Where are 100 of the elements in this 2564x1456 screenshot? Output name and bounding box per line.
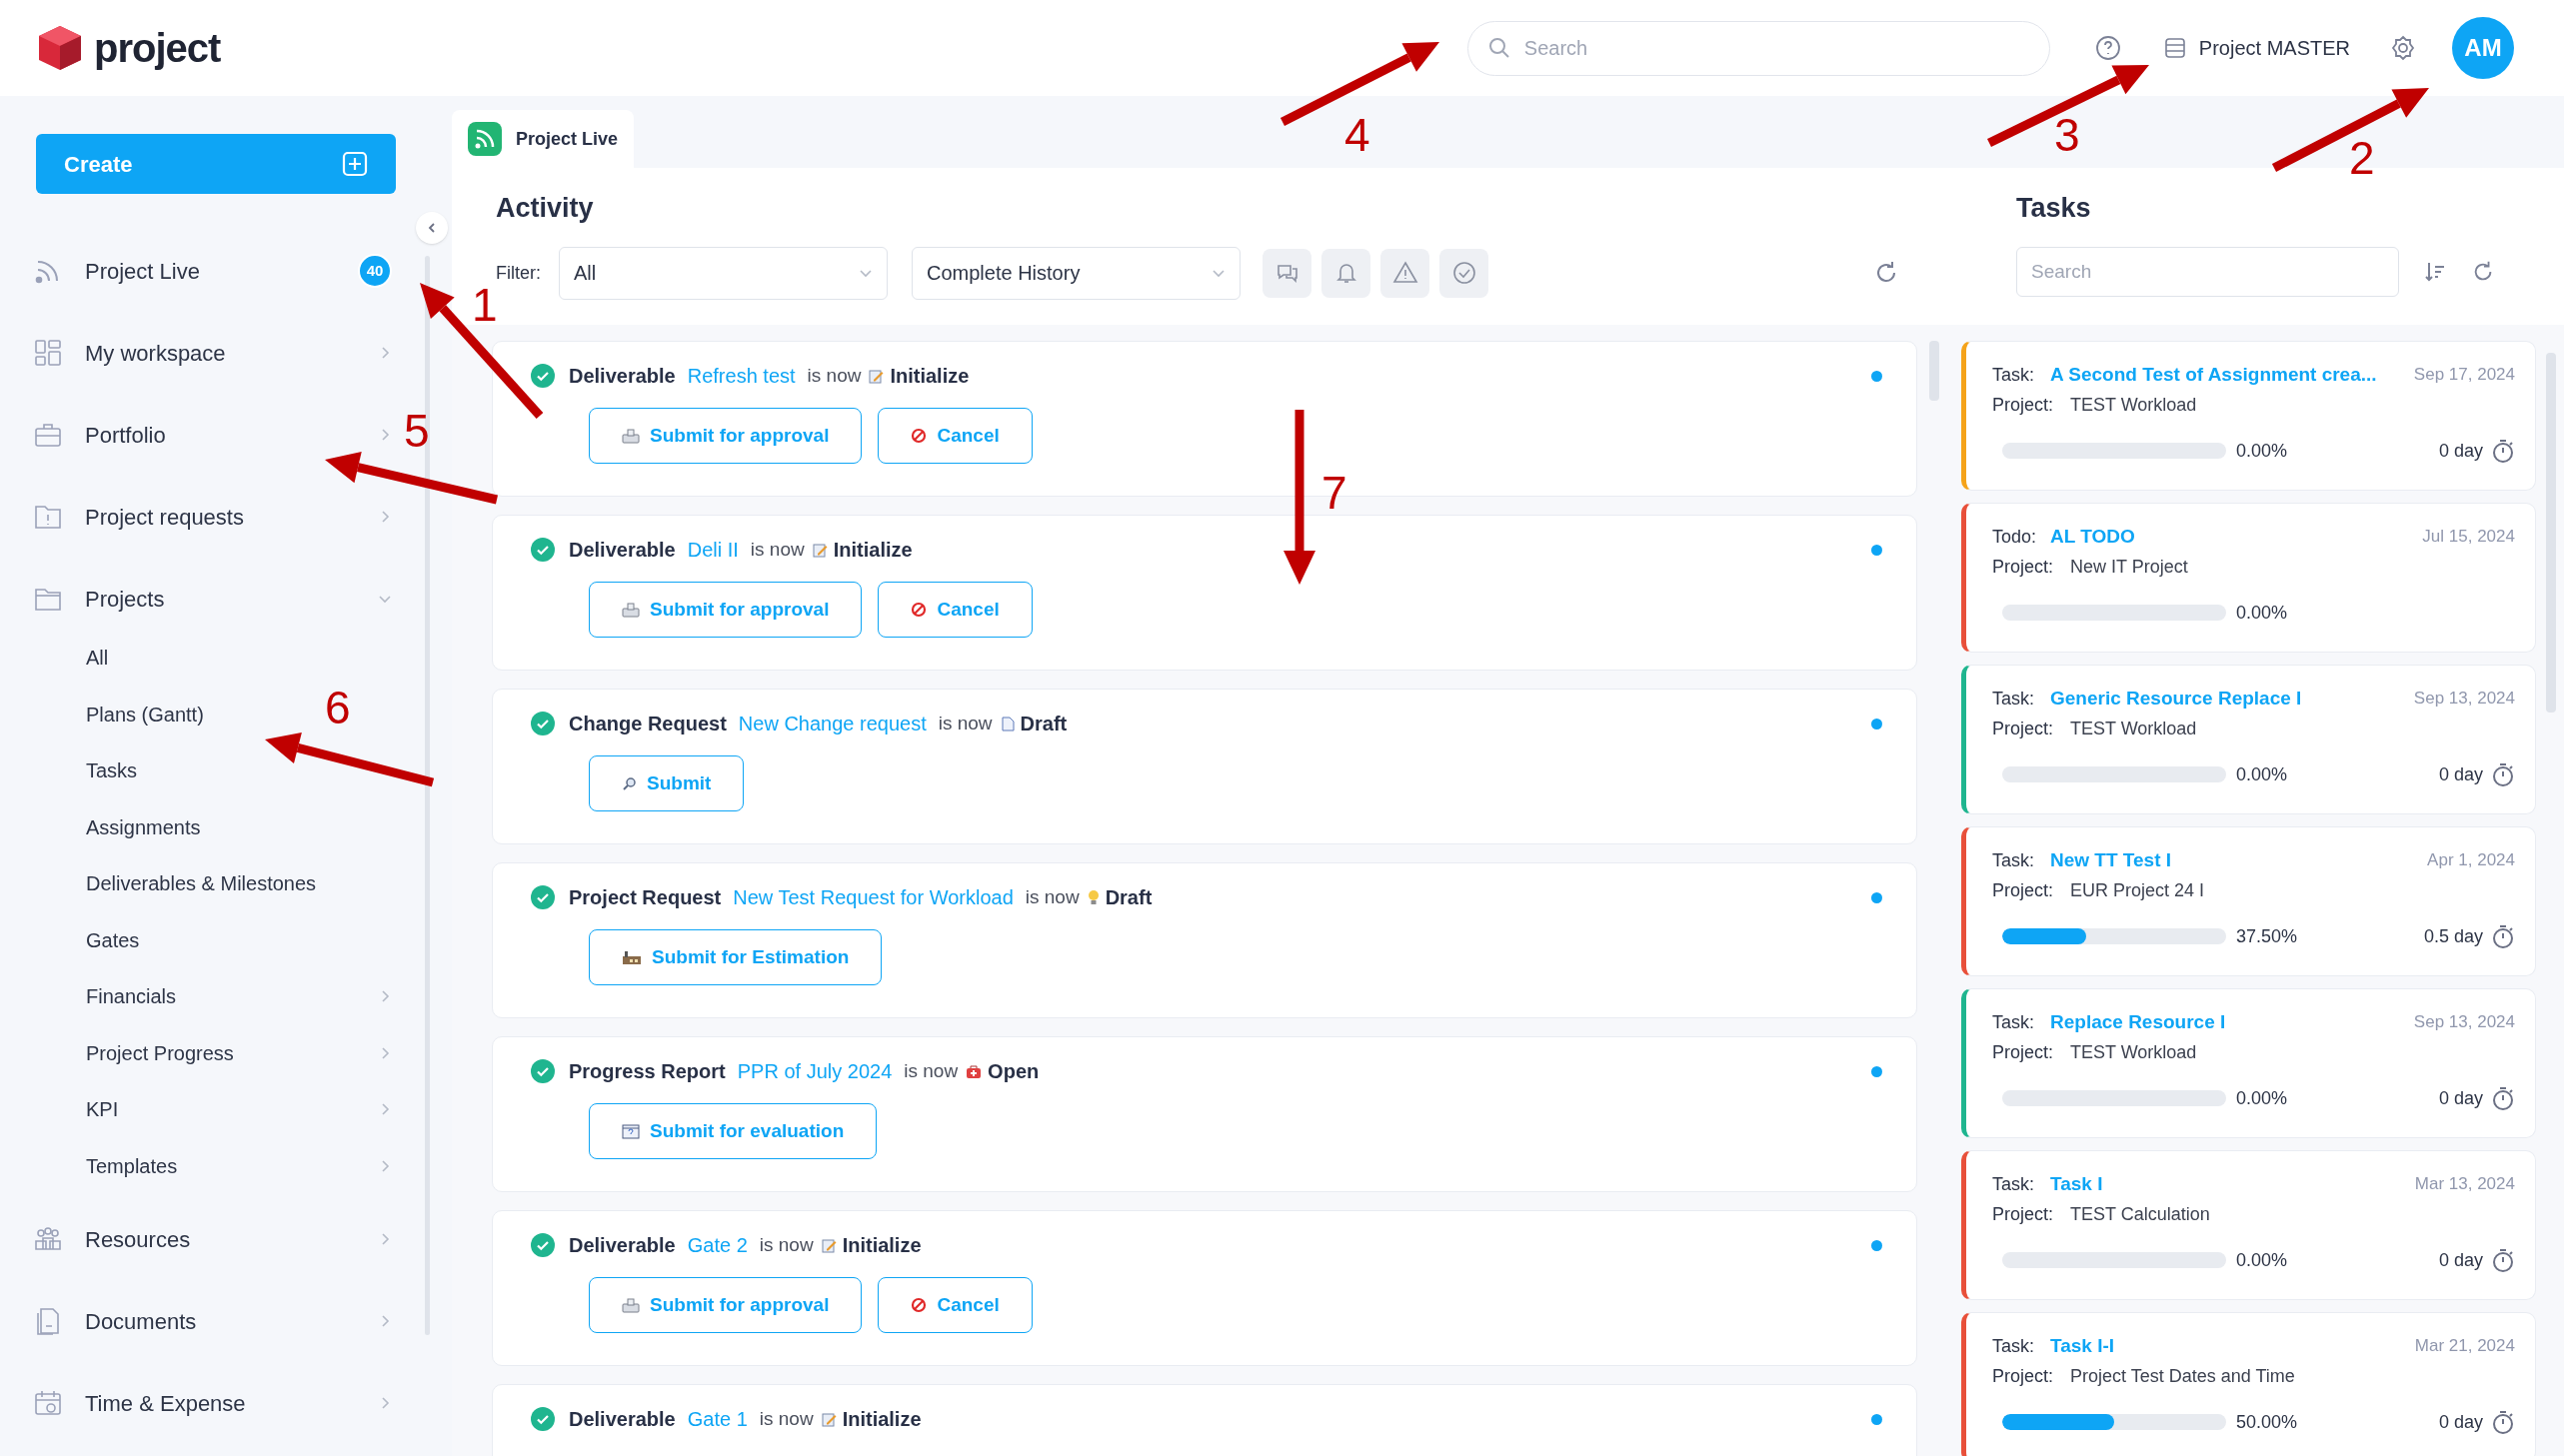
item-type: Progress Report bbox=[569, 1059, 726, 1084]
lightbulb-icon bbox=[1087, 889, 1100, 905]
sidebar-item[interactable]: Portfolio bbox=[0, 394, 396, 476]
task-card[interactable]: Task: A Second Test of Assignment crea... Sep 17, 2024 Project: TEST Workload 0.00% 0 day bbox=[1961, 341, 2536, 491]
task-type-label: Task: bbox=[1992, 1334, 2035, 1358]
bell-icon[interactable] bbox=[1321, 248, 1370, 298]
task-duration: 0 day bbox=[2438, 439, 2483, 463]
sidebar-item[interactable]: Resources bbox=[0, 1198, 396, 1280]
check-circle-outline-icon[interactable] bbox=[1439, 248, 1488, 298]
item-type: Change Request bbox=[569, 712, 727, 736]
task-card[interactable]: Todo: AL TODO Jul 15, 2024 Project: New IT Project 0.00% bbox=[1961, 503, 2536, 653]
comments-icon[interactable] bbox=[1263, 248, 1311, 298]
item-type: Deliverable bbox=[569, 1233, 676, 1258]
project-label: Project: bbox=[1992, 878, 2055, 902]
progress-percent: 50.00% bbox=[2236, 1410, 2298, 1434]
item-status: Initialize bbox=[842, 1407, 922, 1432]
sidebar-subitem[interactable]: Plans (Gantt) bbox=[86, 686, 204, 742]
task-duration: 0.5 day bbox=[2423, 924, 2483, 948]
item-status-text: is now bbox=[938, 711, 993, 735]
item-status-text: is now bbox=[759, 1232, 814, 1257]
check-circle-icon bbox=[531, 364, 555, 388]
project-label: Project: bbox=[1992, 1364, 2055, 1388]
check-circle-icon bbox=[531, 885, 555, 909]
scrollbar-thumb[interactable] bbox=[1929, 341, 1939, 401]
chevron-left-icon bbox=[426, 222, 438, 234]
task-card[interactable]: Task: Task I Mar 13, 2024 Project: TEST Calculation 0.00% 0 day bbox=[1961, 1150, 2536, 1300]
item-status: Draft bbox=[1020, 712, 1068, 736]
sidebar-subitem[interactable]: Project Progress bbox=[86, 1024, 396, 1081]
warning-icon[interactable] bbox=[1380, 248, 1429, 298]
sidebar-subitem[interactable]: Tasks bbox=[86, 742, 138, 799]
item-status: Initialize bbox=[842, 1233, 922, 1258]
stopwatch-icon bbox=[2491, 1247, 2515, 1273]
project-label: Project: bbox=[1992, 717, 2055, 740]
stamp-icon bbox=[622, 602, 640, 618]
help-icon[interactable] bbox=[2094, 35, 2121, 61]
count-badge: 40 bbox=[358, 254, 392, 288]
task-duration: 0 day bbox=[2438, 1410, 2483, 1434]
feed-icon bbox=[468, 122, 502, 156]
settings-icon[interactable] bbox=[2390, 35, 2416, 61]
prohibited-icon bbox=[911, 1297, 928, 1313]
item-status: Draft bbox=[1105, 885, 1153, 910]
page-tab[interactable]: Project Live bbox=[452, 110, 635, 168]
task-date: Mar 21, 2024 bbox=[2414, 1335, 2515, 1358]
task-card[interactable]: Task: Replace Resource I Sep 13, 2024 Project: TEST Workload 0.00% 0 day bbox=[1961, 988, 2536, 1138]
progress-percent: 0.00% bbox=[2236, 1086, 2288, 1110]
item-status-text: is now bbox=[750, 537, 805, 562]
edit-note-icon bbox=[869, 368, 885, 384]
sidebar-subitem[interactable]: KPI bbox=[86, 1081, 396, 1138]
task-date: Sep 13, 2024 bbox=[2413, 688, 2515, 711]
sidebar-item[interactable]: My workspace bbox=[0, 312, 396, 394]
logo-cube-icon bbox=[36, 24, 84, 72]
item-type: Project Request bbox=[569, 885, 722, 910]
edit-note-icon bbox=[821, 1237, 837, 1253]
section-title: Tasks bbox=[2016, 192, 2092, 225]
progress-percent: 0.00% bbox=[2236, 439, 2288, 463]
sidebar-subitem[interactable]: Gates bbox=[86, 911, 140, 968]
task-card[interactable]: Task: Task I-I Mar 21, 2024 Project: Project Test Dates and Time 50.00% 0 day bbox=[1961, 1312, 2536, 1456]
sidebar-subitem[interactable]: Assignments bbox=[86, 798, 201, 855]
workspace-button[interactable]: Project MASTER bbox=[2162, 33, 2350, 63]
stamp-icon bbox=[622, 1297, 640, 1313]
sidebar-item[interactable]: Time & Expense bbox=[0, 1362, 396, 1444]
history-dropdown[interactable]: Complete History bbox=[912, 246, 1241, 300]
item-status-text: is now bbox=[807, 363, 862, 388]
task-search-field[interactable]: Search bbox=[2016, 246, 2399, 297]
filter-dropdown[interactable]: All bbox=[559, 246, 888, 300]
search-field[interactable]: Search bbox=[1466, 20, 2050, 76]
check-circle-icon bbox=[531, 1233, 555, 1257]
item-type: Deliverable bbox=[569, 538, 676, 563]
sidebar-item[interactable]: Documents bbox=[0, 1280, 396, 1362]
sidebar-subitem[interactable]: Deliverables & Milestones bbox=[86, 855, 317, 912]
collapse-button[interactable] bbox=[416, 212, 448, 244]
stopwatch-icon bbox=[2491, 438, 2515, 464]
check-circle-icon bbox=[531, 538, 555, 562]
annotation-number: 6 bbox=[325, 685, 351, 730]
plus-square-icon bbox=[342, 151, 368, 177]
search-icon bbox=[1486, 35, 1511, 60]
sidebar-item[interactable]: Project Live 40 bbox=[0, 230, 396, 312]
task-duration: 0 day bbox=[2438, 1086, 2483, 1110]
item-status: Open bbox=[988, 1059, 1040, 1084]
project-name: Project Test Dates and Time bbox=[2070, 1364, 2295, 1388]
task-type-label: Task: bbox=[1992, 687, 2035, 711]
task-card[interactable]: Task: Generic Resource Replace I Sep 13, 2024 Project: TEST Workload 0.00% 0 day bbox=[1961, 665, 2536, 814]
sidebar-item[interactable]: Project requests bbox=[0, 476, 396, 558]
project-label: Project: bbox=[1992, 555, 2055, 579]
calendar-clock-icon bbox=[33, 1388, 63, 1418]
sidebar-subitem[interactable]: Financials bbox=[86, 968, 396, 1025]
stopwatch-icon bbox=[2491, 761, 2515, 787]
stopwatch-icon bbox=[2491, 1085, 2515, 1111]
item-type: Deliverable bbox=[569, 1407, 676, 1432]
scrollbar-thumb[interactable] bbox=[2546, 353, 2556, 713]
sidebar-subitem[interactable]: Templates bbox=[86, 1137, 396, 1194]
task-date: Mar 13, 2024 bbox=[2414, 1173, 2515, 1196]
task-type-label: Task: bbox=[1992, 848, 2035, 872]
edit-note-icon bbox=[821, 1411, 837, 1427]
annotation-number: 7 bbox=[1321, 470, 1347, 516]
item-status-text: is now bbox=[759, 1406, 814, 1431]
stopwatch-icon bbox=[2491, 1409, 2515, 1435]
item-status: Initialize bbox=[833, 538, 913, 563]
task-card[interactable]: Task: New TT Test I Apr 1, 2024 Project: EUR Project 24 I 37.50% 0.5 day bbox=[1961, 826, 2536, 976]
progress-percent: 37.50% bbox=[2236, 924, 2298, 948]
